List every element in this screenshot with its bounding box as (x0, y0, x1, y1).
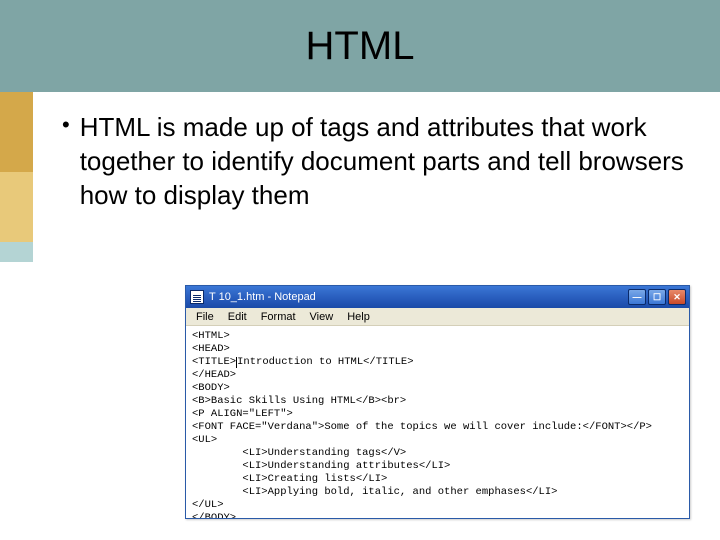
accent-block (0, 242, 33, 262)
accent-block (0, 262, 33, 540)
menu-edit[interactable]: Edit (222, 310, 253, 324)
code-line: <FONT FACE="Verdana">Some of the topics … (192, 421, 652, 433)
code-line: <LI>Understanding attributes</LI> (192, 460, 450, 472)
code-line: <B>Basic Skills Using HTML</B><br> (192, 395, 406, 407)
menu-format[interactable]: Format (255, 310, 302, 324)
notepad-window: T 10_1.htm - Notepad — ☐ ✕ File Edit For… (185, 285, 690, 519)
minimize-icon: — (633, 292, 642, 302)
code-line: Introduction to HTML</TITLE> (237, 356, 413, 368)
close-button[interactable]: ✕ (668, 289, 686, 305)
notepad-icon (190, 290, 204, 304)
code-line: <HTML> (192, 330, 230, 342)
notepad-editor[interactable]: <HTML> <HEAD> <TITLE>Introduction to HTM… (186, 326, 689, 518)
code-line: <P ALIGN="LEFT"> (192, 408, 293, 420)
slide-title: HTML (306, 24, 415, 69)
menu-bar: File Edit Format View Help (186, 308, 689, 326)
code-line: </BODY> (192, 512, 236, 518)
bullet-item: • HTML is made up of tags and attributes… (62, 110, 700, 212)
accent-block (0, 92, 33, 172)
menu-view[interactable]: View (304, 310, 340, 324)
accent-block (0, 172, 33, 242)
left-accent-strip (0, 92, 33, 540)
code-line: <LI>Creating lists</LI> (192, 473, 387, 485)
menu-help[interactable]: Help (341, 310, 376, 324)
maximize-button[interactable]: ☐ (648, 289, 666, 305)
code-line: <TITLE> (192, 356, 236, 368)
minimize-button[interactable]: — (628, 289, 646, 305)
window-controls: — ☐ ✕ (628, 289, 686, 305)
slide-content: • HTML is made up of tags and attributes… (62, 110, 700, 212)
bullet-marker: • (62, 110, 70, 140)
code-line: <LI>Applying bold, italic, and other emp… (192, 486, 557, 498)
code-line: <LI>Understanding tags</V> (192, 447, 406, 459)
maximize-icon: ☐ (653, 292, 661, 303)
slide-header: HTML (0, 0, 720, 92)
code-line: <UL> (192, 434, 217, 446)
window-titlebar[interactable]: T 10_1.htm - Notepad — ☐ ✕ (186, 286, 689, 308)
code-line: <HEAD> (192, 343, 230, 355)
window-title: T 10_1.htm - Notepad (209, 291, 623, 303)
bullet-text: HTML is made up of tags and attributes t… (80, 110, 700, 212)
code-line: </HEAD> (192, 369, 236, 381)
close-icon: ✕ (673, 292, 681, 303)
code-line: <BODY> (192, 382, 230, 394)
menu-file[interactable]: File (190, 310, 220, 324)
code-line: </UL> (192, 499, 224, 511)
